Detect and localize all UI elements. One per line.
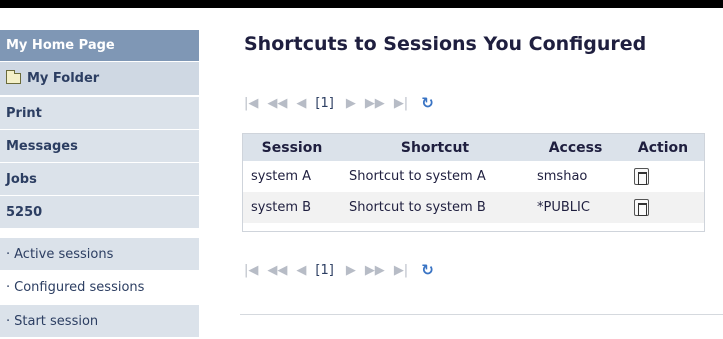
page-number[interactable]: [1] [315,96,333,111]
sidebar-item-label: My Home Page [6,38,115,53]
column-header-session[interactable]: Session [243,134,341,161]
shortcut-cell[interactable]: Shortcut to system A [341,161,529,192]
sidebar-item-label: Active sessions [14,246,114,262]
sidebar-item-jobs[interactable]: Jobs [0,163,199,195]
sidebar-item-home[interactable]: My Home Page [0,30,199,61]
sessions-table: Session Shortcut Access Action system A … [242,133,705,232]
bullet-icon: · [6,246,11,262]
sidebar-item-label: Print [6,105,42,121]
column-header-action: Action [637,139,689,156]
divider [240,314,723,315]
pager-top: |◀ ◀◀ ◀ [1] ▶ ▶▶ ▶| ↻ [244,93,443,113]
shortcut-cell[interactable]: Shortcut to system B [341,192,529,223]
action-cell [622,192,704,223]
bullet-icon: · [6,313,11,329]
sidebar-item-label: Messages [6,138,78,154]
next-set-icon[interactable]: ▶▶ [365,96,385,111]
first-page-icon[interactable]: |◀ [244,263,258,278]
sidebar-item-5250[interactable]: 5250 [0,196,199,228]
delete-icon[interactable] [634,199,649,216]
sidebar-item-active-sessions[interactable]: · Active sessions [0,238,199,270]
session-cell[interactable]: system B [243,192,341,223]
next-page-icon[interactable]: ▶ [346,96,356,111]
table-row: system A Shortcut to system A smshao [243,161,704,192]
pager-bottom: |◀ ◀◀ ◀ [1] ▶ ▶▶ ▶| ↻ [244,260,443,280]
first-page-icon[interactable]: |◀ [244,96,258,111]
previous-set-icon[interactable]: ◀◀ [267,263,287,278]
sidebar-item-label: Configured sessions [14,279,145,295]
sidebar-item-label: 5250 [6,204,43,220]
top-bar [0,0,723,8]
table-header-row: Session Shortcut Access Action [243,134,704,161]
refresh-icon[interactable]: ↻ [421,94,434,112]
session-cell[interactable]: system A [243,161,341,192]
sidebar-item-label: My Folder [27,71,100,86]
previous-set-icon[interactable]: ◀◀ [267,96,287,111]
delete-icon[interactable] [634,168,649,185]
previous-page-icon[interactable]: ◀ [296,263,306,278]
column-header-access[interactable]: Access [529,134,622,161]
bullet-icon: · [6,279,11,295]
last-page-icon[interactable]: ▶| [394,263,408,278]
sidebar-item-messages[interactable]: Messages [0,130,199,162]
last-page-icon[interactable]: ▶| [394,96,408,111]
refresh-icon[interactable]: ↻ [421,261,434,279]
table-row: system B Shortcut to system B *PUBLIC [243,192,704,223]
sidebar-item-start-session[interactable]: · Start session [0,305,199,337]
sidebar-item-my-folder[interactable]: My Folder [0,62,199,95]
sidebar-item-configured-sessions[interactable]: · Configured sessions [0,271,199,303]
previous-page-icon[interactable]: ◀ [296,96,306,111]
access-cell: *PUBLIC [537,200,590,215]
next-set-icon[interactable]: ▶▶ [365,263,385,278]
page-title: Shortcuts to Sessions You Configured [244,33,647,55]
column-header-shortcut[interactable]: Shortcut [341,134,529,161]
sidebar-item-label: Jobs [6,171,37,187]
next-page-icon[interactable]: ▶ [346,263,356,278]
folder-icon [6,70,21,84]
access-cell: smshao [537,169,588,184]
action-cell [622,161,704,192]
sidebar: My Home Page My Folder Print Messages Jo… [0,30,199,339]
sidebar-item-label: Start session [14,313,99,329]
page-number[interactable]: [1] [315,263,333,278]
sidebar-item-print[interactable]: Print [0,97,199,129]
